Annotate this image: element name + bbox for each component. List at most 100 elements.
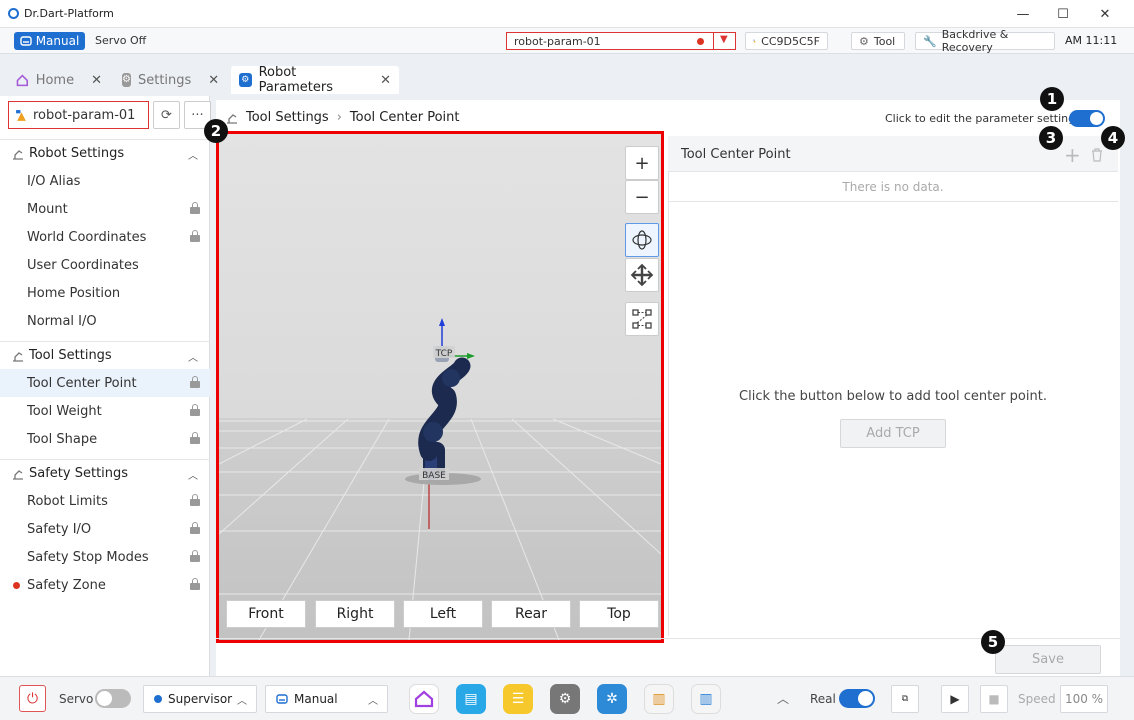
sidebar-item-normal-i-o[interactable]: Normal I/O (0, 307, 210, 335)
chevron-up-icon: ︿ (368, 696, 378, 707)
tool-button[interactable]: ⚙ Tool (851, 32, 905, 50)
viewer-3d-button[interactable]: ⧉ (891, 685, 919, 713)
lock-icon (190, 432, 200, 444)
rotate-view-button[interactable] (625, 223, 659, 257)
servo-toggle[interactable] (95, 689, 131, 708)
sidebar-group-tool-settings[interactable]: Tool Settings ︿ (0, 341, 210, 369)
manual-mode-badge[interactable]: Manual (14, 32, 85, 50)
view-left-button[interactable]: Left (403, 600, 483, 628)
sidebar-item-i-o-alias[interactable]: I/O Alias (0, 167, 210, 195)
notes-app-icon[interactable]: ☰ (503, 684, 533, 714)
task-editor-app-icon[interactable]: ▤ (456, 684, 486, 714)
close-tab-settings-icon[interactable]: ✕ (208, 73, 219, 88)
3d-view-icon: ⧉ (901, 694, 909, 704)
edit-lock-toggle[interactable] (1069, 110, 1105, 127)
tcp-panel (668, 136, 1118, 636)
close-tab-robot-parameters-icon[interactable]: ✕ (380, 73, 391, 88)
servo-status: Servo Off (95, 34, 147, 47)
controller-chip[interactable]: CC9D5C5F (745, 32, 828, 50)
role-dropdown[interactable]: Supervisor ︿ (143, 685, 257, 713)
ai-app-icon[interactable]: ✲ (597, 684, 627, 714)
settings-app-icon[interactable]: ⚙ (550, 684, 580, 714)
sidebar-item-mount[interactable]: Mount (0, 195, 210, 223)
tab-settings[interactable]: ⚙ Settings ✕ (114, 66, 226, 94)
sidebar-item-label: Safety Stop Modes (27, 549, 149, 565)
save-button[interactable]: Save (995, 645, 1101, 674)
sidebar-item-label: I/O Alias (27, 173, 81, 189)
close-tab-home-icon[interactable]: ✕ (91, 73, 102, 88)
minimize-button[interactable]: — (1001, 0, 1045, 28)
sidebar-item-robot-limits[interactable]: Robot Limits (0, 487, 210, 515)
robot-parameters-icon: ⚙ (239, 73, 252, 87)
zoom-in-button[interactable]: + (625, 146, 659, 180)
pan-view-button[interactable] (625, 258, 659, 292)
lock-icon (1090, 112, 1103, 125)
chevron-up-icon: ︿ (237, 696, 247, 707)
sidebar-item-tool-center-point[interactable]: Tool Center Point (0, 369, 210, 397)
power-button[interactable]: ⏻ (19, 685, 46, 712)
mode-dropdown[interactable]: Manual ︿ (265, 685, 388, 713)
robot-3d-viewport[interactable]: TCP BASE + − (216, 131, 664, 643)
trash-icon[interactable] (1091, 148, 1103, 162)
sidebar-item-label: Robot Limits (27, 493, 108, 509)
sidebar-group-safety-settings[interactable]: Safety Settings ︿ (0, 459, 210, 487)
unsaved-indicator (697, 38, 704, 45)
backdrive-recovery-button[interactable]: 🔧 Backdrive & Recovery (915, 28, 1055, 54)
callout-badge-2: 2 (204, 119, 228, 143)
chevron-up-icon[interactable]: ︿ (777, 690, 789, 707)
servo-label: Servo (59, 692, 94, 706)
home-app-icon[interactable] (409, 684, 439, 714)
breadcrumb-parent[interactable]: Tool Settings (246, 110, 329, 125)
speed-label: Speed (1018, 692, 1056, 706)
refresh-button[interactable]: ⟳ (153, 101, 180, 129)
chevron-up-icon: ︿ (188, 151, 198, 162)
close-window-button[interactable]: ✕ (1083, 0, 1127, 28)
fit-view-button[interactable] (625, 302, 659, 336)
tcp-panel-title: Tool Center Point (681, 147, 791, 162)
report-app-icon[interactable]: ▥ (691, 684, 721, 714)
sidebar-item-user-coordinates[interactable]: User Coordinates (0, 251, 210, 279)
lock-icon (190, 550, 200, 562)
sidebar-item-safety-stop-modes[interactable]: Safety Stop Modes (0, 543, 210, 571)
sidebar-item-safety-i-o[interactable]: Safety I/O (0, 515, 210, 543)
sidebar-item-label: Tool Shape (27, 431, 98, 447)
speed-value[interactable]: 100 % (1060, 685, 1108, 713)
maximize-button[interactable]: ☐ (1041, 0, 1085, 28)
add-icon[interactable]: + (1064, 143, 1081, 167)
view-rear-button[interactable]: Rear (491, 600, 571, 628)
app-logo-icon (8, 8, 19, 19)
sidebar-parameter-select[interactable]: robot-param-01 (8, 101, 149, 129)
lock-icon (190, 202, 200, 214)
tab-robot-parameters[interactable]: ⚙ Robot Parameters ✕ (231, 65, 399, 95)
sidebar-item-tool-weight[interactable]: Tool Weight (0, 397, 210, 425)
sidebar-item-tool-shape[interactable]: Tool Shape (0, 425, 210, 453)
lock-icon (190, 376, 200, 388)
view-right-button[interactable]: Right (315, 600, 395, 628)
view-top-button[interactable]: Top (579, 600, 659, 628)
zoom-out-button[interactable]: − (625, 180, 659, 214)
empty-state-message: Click the button below to add tool cente… (739, 389, 1047, 404)
sidebar-item-label: Safety Zone (27, 577, 106, 593)
settings-icon: ⚙ (122, 73, 131, 87)
sidebar-item-safety-zone[interactable]: Safety Zone (0, 571, 210, 599)
tab-home[interactable]: Home ✕ (8, 66, 110, 94)
play-button[interactable]: ▶ (941, 685, 969, 713)
manual-hand-icon (276, 694, 288, 704)
real-mode-toggle[interactable] (839, 689, 875, 708)
play-icon: ▶ (950, 692, 960, 706)
chevron-up-icon: ︿ (188, 353, 198, 364)
sidebar-item-home-position[interactable]: Home Position (0, 279, 210, 307)
analytics-app-icon[interactable]: ▥ (644, 684, 674, 714)
refresh-icon: ⟳ (161, 107, 172, 123)
callout-badge-4: 4 (1101, 126, 1125, 150)
parameter-dropdown[interactable]: robot-param-01 ▼ (506, 32, 736, 50)
sidebar-group-robot-settings[interactable]: Robot Settings ︿ (0, 139, 210, 167)
stop-button[interactable]: ■ (980, 685, 1008, 713)
sidebar-item-world-coordinates[interactable]: World Coordinates (0, 223, 210, 251)
robot-arm-icon (227, 113, 237, 124)
view-front-button[interactable]: Front (226, 600, 306, 628)
add-tcp-button[interactable]: Add TCP (840, 419, 946, 448)
robot-arm-icon (13, 469, 23, 480)
chevron-down-icon[interactable]: ▼ (720, 34, 728, 45)
controller-id: CC9D5C5F (761, 34, 820, 48)
